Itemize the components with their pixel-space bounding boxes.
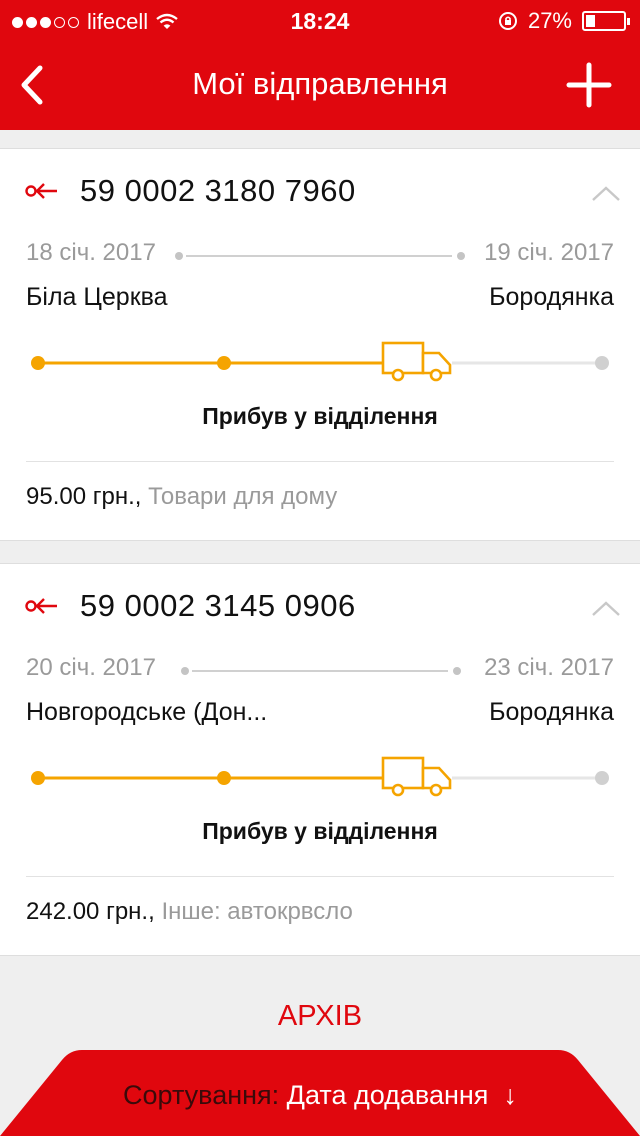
date-line-start: [181, 667, 189, 675]
top-bar: lifecell 18:24 27% Мої відправлення: [0, 0, 640, 130]
truck-icon: [381, 341, 452, 382]
city-to: Бородянка: [489, 698, 614, 726]
collapse-chevron-icon[interactable]: [590, 183, 622, 203]
tracking-row: 59 0002 3145 0906: [24, 588, 356, 624]
battery-percent: 27%: [527, 8, 572, 33]
divider: [26, 461, 614, 462]
incoming-parcel-icon: [25, 183, 57, 199]
date-from: 18 січ. 2017: [26, 239, 156, 266]
price-line: 95.00 грн., Товари для дому: [26, 483, 337, 511]
collapse-chevron-icon[interactable]: [590, 598, 622, 618]
archive-button[interactable]: АРХІВ: [0, 1000, 640, 1033]
shipment-card[interactable]: 59 0002 3180 7960 18 січ. 2017 19 січ. 2…: [0, 148, 640, 541]
battery-icon: [582, 11, 630, 31]
progress-step-4: [595, 771, 609, 785]
city-from: Біла Церква: [26, 283, 168, 311]
page-title: Мої відправлення: [192, 66, 448, 101]
progress-step-1: [31, 356, 45, 370]
dates-row: 18 січ. 2017 19 січ. 2017: [26, 239, 614, 269]
dates-row: 20 січ. 2017 23 січ. 2017: [26, 654, 614, 684]
sort-bar[interactable]: Сортування: Дата додавання ↓: [0, 1050, 640, 1136]
delivery-progress: [31, 756, 609, 797]
progress-step-2: [217, 771, 231, 785]
shipment-description: Інше: автокрвсло: [161, 898, 353, 925]
date-to: 23 січ. 2017: [484, 654, 614, 681]
date-line-end: [453, 667, 461, 675]
sort-label: Сортування:: [123, 1080, 280, 1110]
date-line-start: [175, 252, 183, 260]
tracking-number[interactable]: 59 0002 3145 0906: [80, 588, 356, 624]
city-to: Бородянка: [489, 283, 614, 311]
divider: [26, 876, 614, 877]
shipment-price: 95.00 грн.,: [26, 483, 142, 510]
arrow-down-icon[interactable]: ↓: [496, 1080, 517, 1110]
rotation-lock-icon: [498, 12, 517, 30]
sort-control[interactable]: Сортування: Дата додавання ↓: [0, 1080, 640, 1111]
shipment-card[interactable]: 59 0002 3145 0906 20 січ. 2017 23 січ. 2…: [0, 563, 640, 956]
tracking-number[interactable]: 59 0002 3180 7960: [80, 173, 356, 209]
date-to: 19 січ. 2017: [484, 239, 614, 266]
status-bar: lifecell 18:24 27%: [0, 0, 640, 40]
progress-step-1: [31, 771, 45, 785]
shipment-status: Прибув у відділення: [202, 818, 438, 844]
tracking-row: 59 0002 3180 7960: [24, 173, 356, 209]
progress-step-4: [595, 356, 609, 370]
battery-area: 27%: [498, 8, 630, 34]
date-line-end: [457, 252, 465, 260]
sort-value[interactable]: Дата додавання: [287, 1080, 489, 1110]
date-from: 20 січ. 2017: [26, 654, 156, 681]
truck-icon: [381, 756, 452, 797]
shipment-description: Товари для дому: [148, 483, 338, 510]
shipment-price: 242.00 грн.,: [26, 898, 155, 925]
progress-step-2: [217, 356, 231, 370]
date-connector: [186, 255, 452, 257]
date-connector: [192, 670, 448, 672]
delivery-progress: [31, 341, 609, 382]
incoming-parcel-icon: [25, 598, 57, 614]
city-from: Новгородське (Дон...: [26, 698, 268, 726]
price-line: 242.00 грн., Інше: автокрвсло: [26, 898, 353, 926]
shipment-status: Прибув у відділення: [202, 403, 438, 429]
add-shipment-button[interactable]: [566, 62, 612, 108]
